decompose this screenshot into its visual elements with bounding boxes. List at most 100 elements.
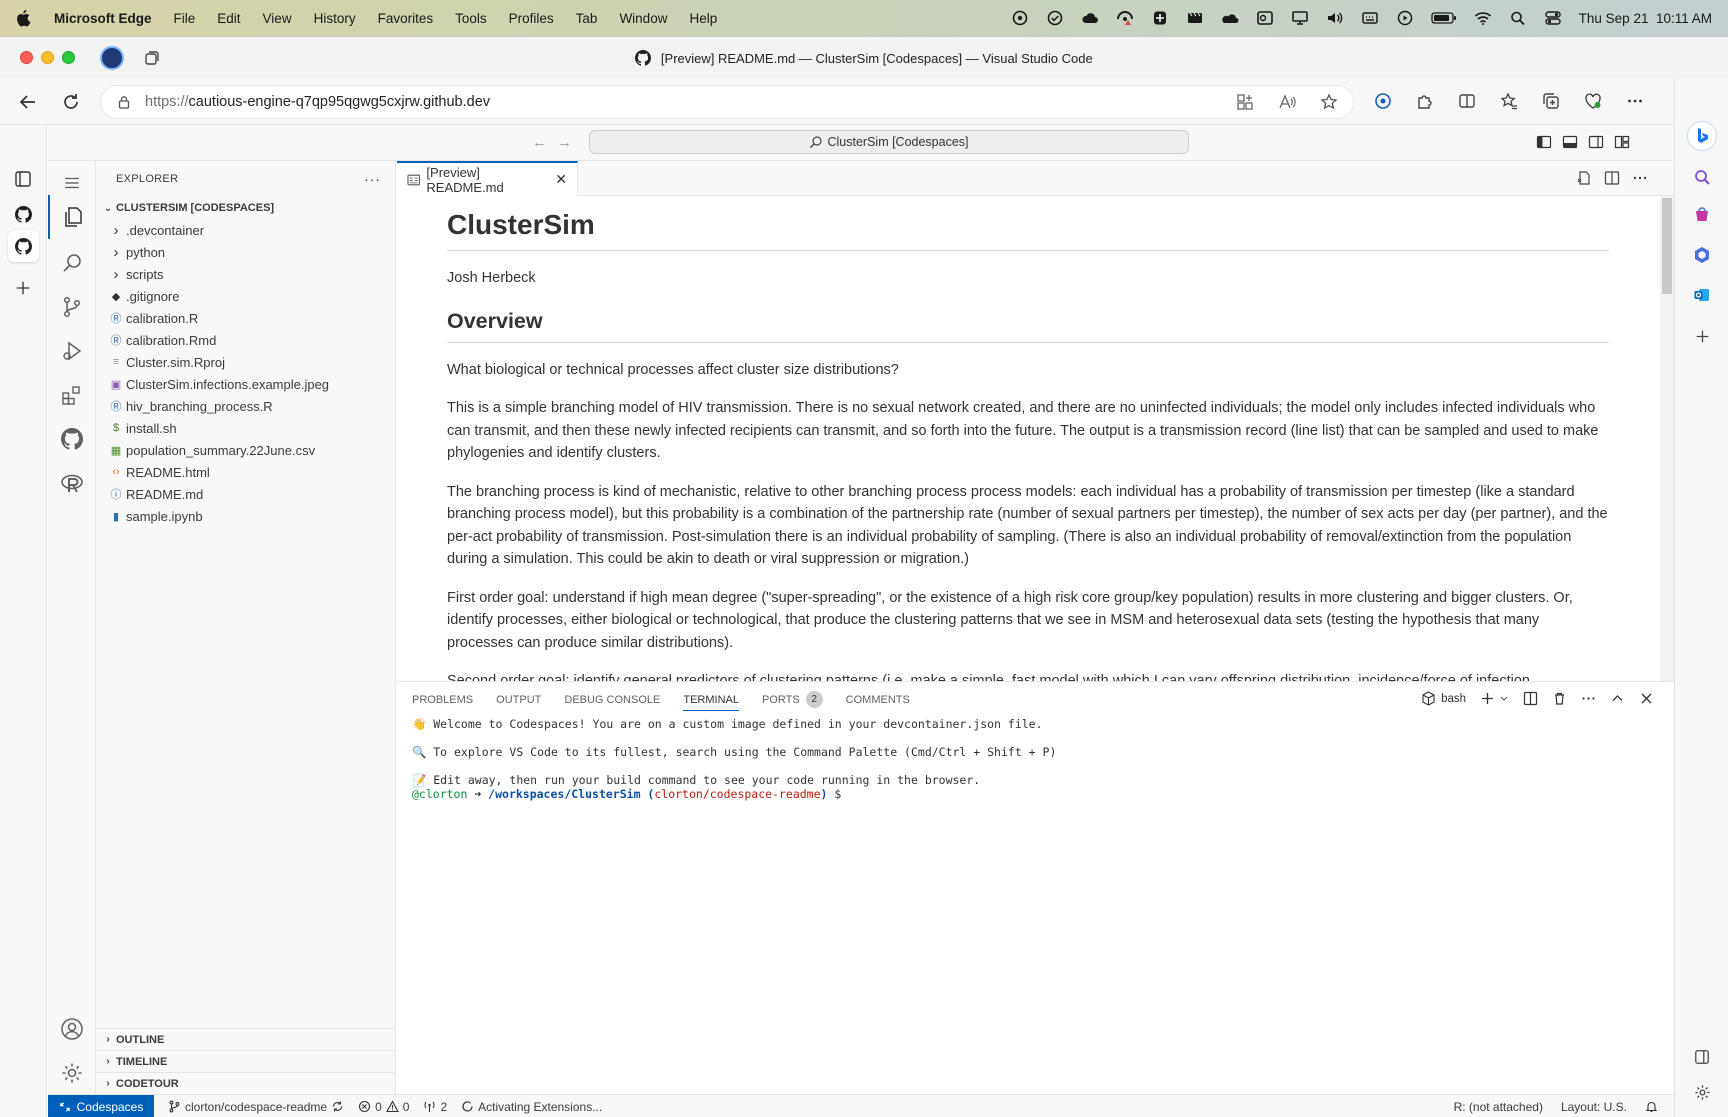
menu-file[interactable]: File	[174, 11, 196, 26]
clapper-icon[interactable]	[1186, 10, 1204, 26]
r-language-icon[interactable]	[48, 461, 96, 505]
close-tab-icon[interactable]: ✕	[555, 171, 567, 188]
extensions-icon[interactable]	[48, 373, 96, 417]
toggle-panel-icon[interactable]	[1562, 134, 1578, 150]
menu-edit[interactable]: Edit	[217, 11, 240, 26]
outlook-status-icon[interactable]	[1256, 10, 1274, 26]
tab-problems[interactable]: PROBLEMS	[412, 682, 473, 717]
menubar-app-name[interactable]: Microsoft Edge	[54, 11, 152, 26]
sync-icon[interactable]	[331, 1100, 344, 1113]
chevron-down-icon[interactable]	[1499, 691, 1509, 706]
keyboard-layout[interactable]: Layout: U.S.	[1561, 1100, 1627, 1114]
scrollbar-thumb[interactable]	[1662, 198, 1672, 294]
tree-file[interactable]: Ⓡhiv_branching_process.R	[96, 395, 395, 417]
menu-favorites[interactable]: Favorites	[378, 11, 434, 26]
hide-sidebar-icon[interactable]	[1691, 1046, 1713, 1068]
source-control-icon[interactable]	[48, 285, 96, 329]
manage-gear-icon[interactable]	[48, 1051, 96, 1095]
tab-readme-preview[interactable]: [Preview] README.md ✕	[397, 161, 578, 196]
play-circle-icon[interactable]	[1396, 10, 1414, 26]
codetour-section[interactable]: › CODETOUR	[96, 1072, 396, 1094]
back-button[interactable]	[17, 91, 39, 113]
open-source-icon[interactable]	[1576, 170, 1592, 186]
toggle-primary-sidebar-icon[interactable]	[1536, 134, 1552, 150]
tree-file[interactable]: Ⓡcalibration.Rmd	[96, 329, 395, 351]
tab-terminal[interactable]: TERMINAL	[683, 682, 739, 717]
menubar-clock[interactable]: Thu Sep 21 10:11 AM	[1579, 11, 1712, 26]
menu-profiles[interactable]: Profiles	[509, 11, 554, 26]
tree-file[interactable]: $ install.sh	[96, 417, 395, 439]
new-tab-plus-icon[interactable]	[12, 277, 34, 299]
checkmark-circle-icon[interactable]	[1046, 10, 1064, 26]
outlook-icon[interactable]	[1691, 284, 1713, 306]
timeline-section[interactable]: › TIMELINE	[96, 1050, 396, 1072]
tree-file[interactable]: ⓘ README.md	[96, 483, 395, 505]
apple-logo-icon[interactable]	[16, 9, 32, 27]
notifications-bell-icon[interactable]	[1645, 1100, 1658, 1113]
github-activity-icon[interactable]	[48, 417, 96, 461]
tree-file[interactable]: ▣ ClusterSim.infections.example.jpeg	[96, 373, 395, 395]
maximize-panel-chevron-up-icon[interactable]	[1610, 691, 1625, 706]
tree-file[interactable]: ≡ Cluster.sim.Rproj	[96, 351, 395, 373]
command-center[interactable]: ClusterSim [Codespaces]	[589, 130, 1189, 154]
app-available-icon[interactable]	[1235, 92, 1255, 112]
terminal-output[interactable]: 👋 Welcome to Codespaces! You are on a cu…	[397, 717, 1674, 801]
sidebar-settings-icon[interactable]	[1691, 1081, 1713, 1103]
preview-scrollbar[interactable]	[1660, 196, 1674, 681]
favorites-icon[interactable]	[1499, 91, 1519, 111]
tree-folder[interactable]: › python	[96, 241, 395, 263]
settings-more-icon[interactable]	[1625, 91, 1645, 111]
vpn-warning-icon[interactable]	[1116, 10, 1134, 26]
status-branch[interactable]: clorton/codespace-readme	[168, 1100, 344, 1114]
browser-essentials-icon[interactable]	[1583, 91, 1603, 111]
more-actions-icon[interactable]	[1632, 170, 1648, 186]
tree-file[interactable]: ◆ .gitignore	[96, 285, 395, 307]
search-sidebar-icon[interactable]	[1691, 166, 1713, 188]
terminal-shell-selector[interactable]: bash	[1421, 691, 1466, 706]
bing-copilot-icon[interactable]	[1687, 121, 1717, 151]
tab-output[interactable]: OUTPUT	[496, 682, 541, 717]
spotlight-search-icon[interactable]	[1509, 10, 1527, 26]
copilot-status-icon[interactable]	[1011, 10, 1029, 26]
read-aloud-icon[interactable]	[1277, 92, 1297, 112]
tree-file[interactable]: ▮ sample.ipynb	[96, 505, 395, 527]
github-active-tab-icon[interactable]	[8, 231, 39, 262]
run-debug-icon[interactable]	[48, 329, 96, 373]
explorer-more-actions-icon[interactable]: ···	[364, 171, 381, 187]
add-sidebar-app-icon[interactable]	[1691, 325, 1713, 347]
tree-file[interactable]: Ⓡcalibration.R	[96, 307, 395, 329]
control-center-icon[interactable]	[1544, 10, 1562, 26]
accounts-icon[interactable]	[48, 1007, 96, 1051]
panel-more-icon[interactable]	[1581, 691, 1596, 706]
menu-view[interactable]: View	[263, 11, 292, 26]
tree-folder[interactable]: › scripts	[96, 263, 395, 285]
close-panel-icon[interactable]	[1639, 691, 1654, 706]
tree-file[interactable]: ‹› README.html	[96, 461, 395, 483]
go-forward-icon[interactable]: →	[557, 134, 572, 151]
wifi-icon[interactable]	[1474, 10, 1492, 26]
display-icon[interactable]	[1291, 10, 1309, 26]
outline-section[interactable]: › OUTLINE	[96, 1028, 396, 1050]
menu-window[interactable]: Window	[619, 11, 667, 26]
split-terminal-icon[interactable]	[1523, 691, 1538, 706]
go-back-icon[interactable]: ←	[532, 134, 547, 151]
shield-app-icon[interactable]	[1151, 10, 1169, 26]
favorite-star-icon[interactable]	[1319, 92, 1339, 112]
split-editor-icon[interactable]	[1604, 170, 1620, 186]
collections-icon[interactable]	[1541, 91, 1561, 111]
kill-terminal-trash-icon[interactable]	[1552, 691, 1567, 706]
remote-indicator[interactable]: Codespaces	[48, 1094, 154, 1117]
tree-folder[interactable]: › .devcontainer	[96, 219, 395, 241]
menu-tab[interactable]: Tab	[576, 11, 598, 26]
menu-tools[interactable]: Tools	[455, 11, 487, 26]
cloud-icon[interactable]	[1081, 10, 1099, 26]
menu-history[interactable]: History	[314, 11, 356, 26]
extensions-puzzle-icon[interactable]	[1415, 91, 1435, 111]
toggle-secondary-sidebar-icon[interactable]	[1588, 134, 1604, 150]
tab-ports[interactable]: PORTS 2	[762, 682, 823, 717]
explorer-files-icon[interactable]	[48, 195, 96, 239]
volume-icon[interactable]	[1326, 10, 1344, 26]
refresh-button[interactable]	[60, 91, 82, 113]
office-icon[interactable]	[1691, 244, 1713, 266]
split-screen-icon[interactable]	[1457, 91, 1477, 111]
